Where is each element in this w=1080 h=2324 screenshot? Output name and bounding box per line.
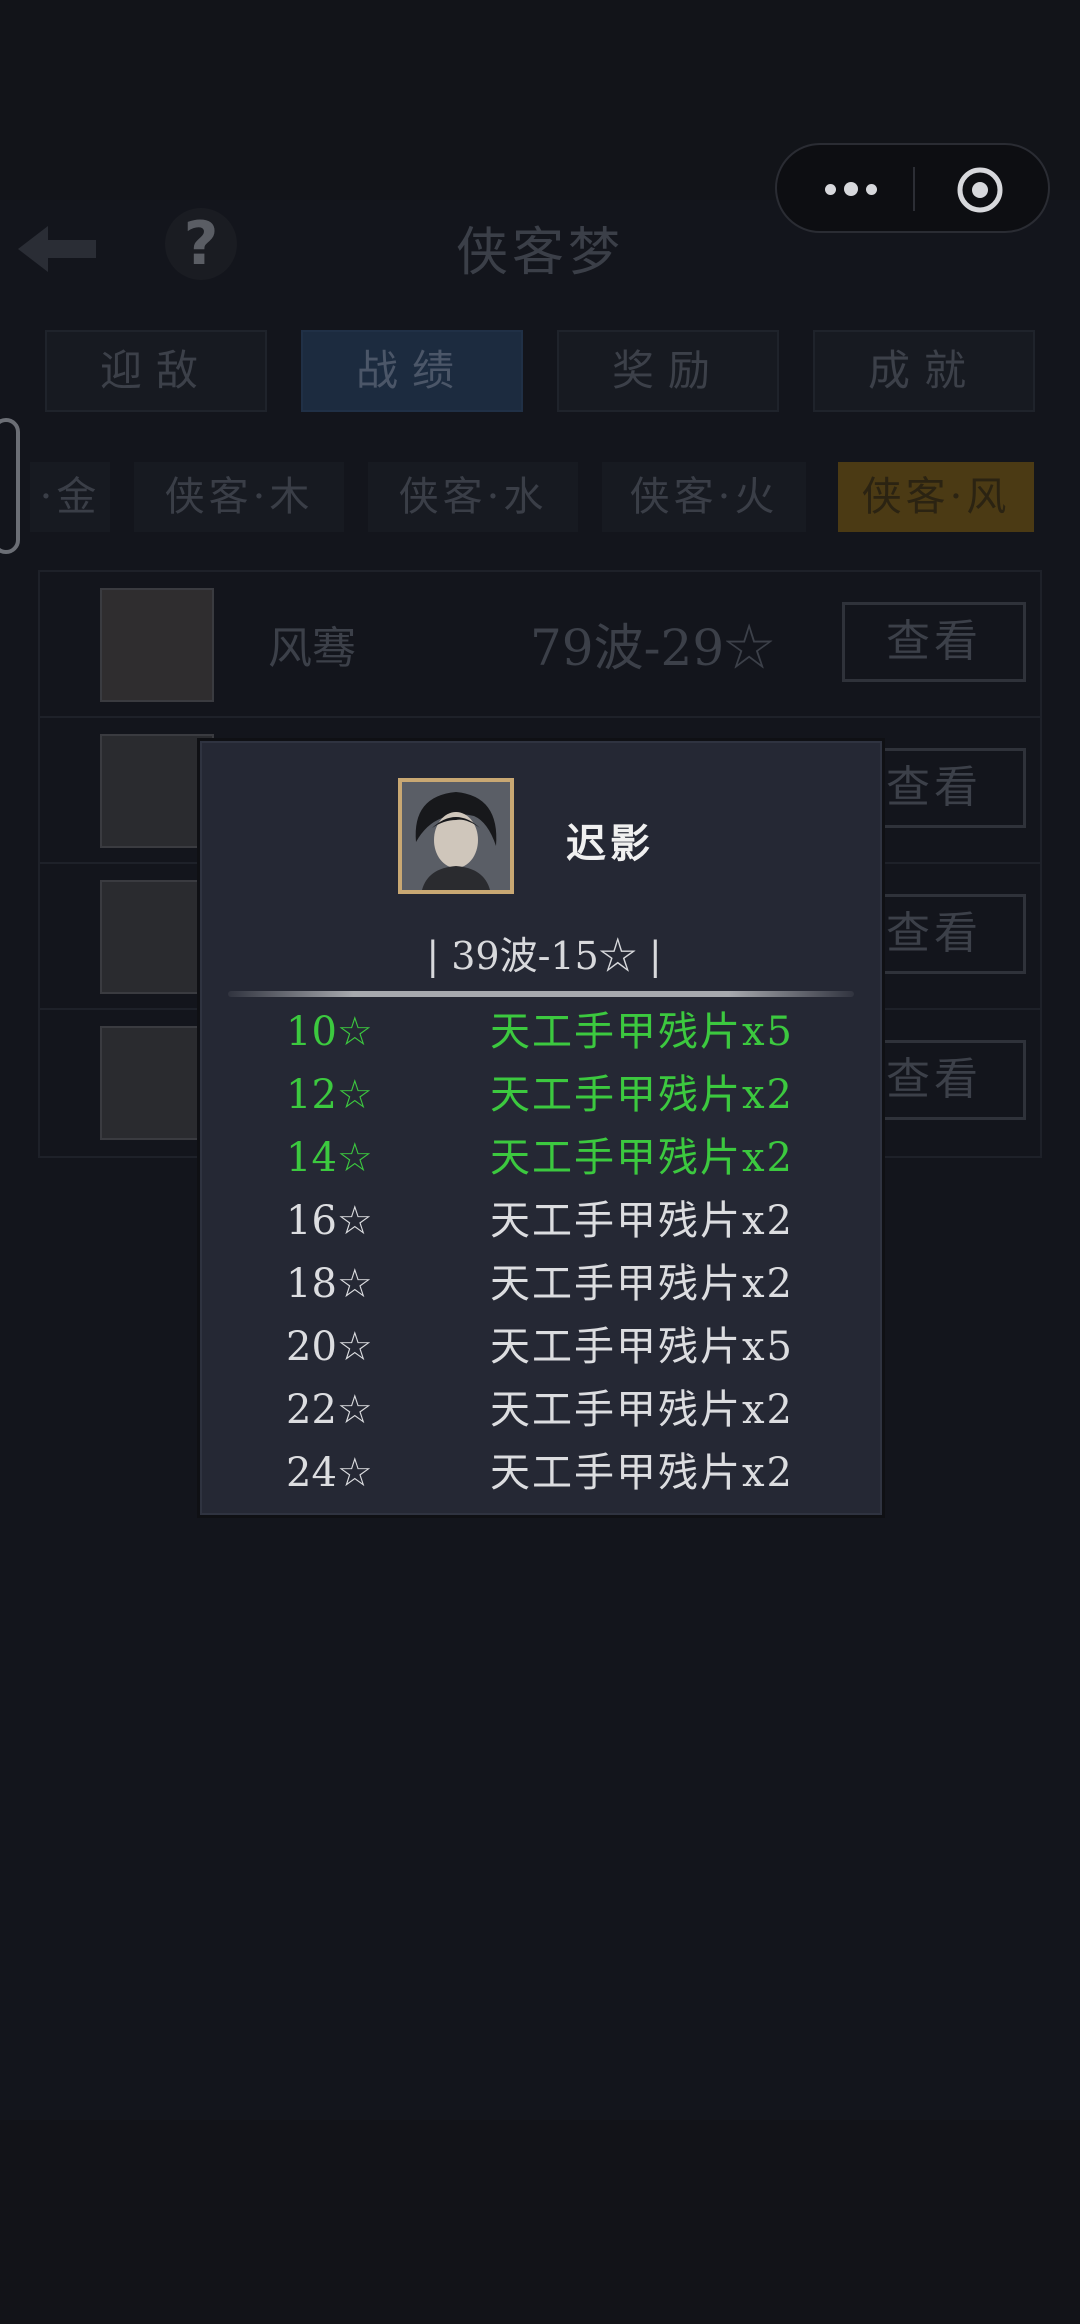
reward-stars: 22☆	[286, 1387, 373, 1433]
portrait-figure	[402, 782, 510, 890]
reward-stars: 24☆	[286, 1450, 373, 1491]
reward-stars: 10☆	[286, 1009, 373, 1055]
reward-item: 天工手甲残片x2	[490, 1387, 795, 1433]
reward-stars: 18☆	[286, 1261, 373, 1307]
reward-stars: 12☆	[286, 1072, 373, 1118]
reward-row: 18☆ 天工手甲残片x2	[200, 1253, 888, 1315]
app-screen: ? 侠客梦 迎敌 战绩 奖励 成就 ·金 侠客·木 侠客·水 侠客·火 侠客·风…	[0, 0, 1080, 2324]
more-dots-icon[interactable]	[815, 167, 887, 211]
reward-stars: 20☆	[286, 1324, 373, 1370]
reward-row: 22☆ 天工手甲残片x2	[200, 1379, 888, 1441]
hero-score: 79波-29☆	[530, 619, 775, 677]
modal-record: | 39波-15☆ |	[426, 934, 662, 978]
reward-detail-modal: 迟影 | 39波-15☆ | 10☆ 天工手甲残片x5 12☆ 天工手甲残片x2…	[197, 738, 885, 1518]
reward-list[interactable]: 10☆ 天工手甲残片x5 12☆ 天工手甲残片x2 14☆ 天工手甲残片x2 1…	[200, 1001, 888, 1491]
target-circle-icon[interactable]	[956, 166, 1004, 214]
tab-jiangli[interactable]: 奖励	[557, 330, 779, 412]
capsule-divider	[913, 167, 915, 211]
reward-row: 12☆ 天工手甲残片x2	[200, 1064, 888, 1126]
hero-name: 风骞	[268, 623, 356, 674]
subtab-shui[interactable]: 侠客·水	[368, 462, 578, 532]
tab-yingdi[interactable]: 迎敌	[45, 330, 267, 412]
reward-row: 10☆ 天工手甲残片x5	[200, 1001, 888, 1063]
list-item: 风骞 79波-29☆ 查看	[40, 572, 1040, 718]
subtab-mu[interactable]: 侠客·木	[134, 462, 344, 532]
modal-divider	[228, 991, 854, 997]
reward-row: 20☆ 天工手甲残片x5	[200, 1316, 888, 1378]
reward-row: 16☆ 天工手甲残片x2	[200, 1190, 888, 1252]
avatar	[100, 588, 214, 702]
subtab-huo[interactable]: 侠客·火	[602, 462, 806, 532]
reward-stars: 14☆	[286, 1135, 373, 1181]
reward-item: 天工手甲残片x2	[490, 1261, 795, 1307]
subtab-jin[interactable]: ·金	[30, 462, 110, 532]
tab-zhanji[interactable]: 战绩	[301, 330, 523, 412]
reward-stars: 16☆	[286, 1198, 373, 1244]
hero-portrait	[398, 778, 514, 894]
modal-hero-name: 迟影	[566, 820, 654, 867]
reward-item: 天工手甲残片x2	[490, 1198, 795, 1244]
reward-item: 天工手甲残片x5	[490, 1324, 795, 1370]
page-title: 侠客梦	[455, 223, 624, 283]
reward-item: 天工手甲残片x5	[490, 1009, 795, 1055]
reward-row: 14☆ 天工手甲残片x2	[200, 1127, 888, 1189]
bottom-band	[0, 2120, 1080, 2324]
tab-chengjiu[interactable]: 成就	[813, 330, 1035, 412]
hero-portrait-image	[402, 782, 510, 890]
sub-tabs: ·金 侠客·木 侠客·水 侠客·火 侠客·风	[0, 462, 1080, 542]
reward-item: 天工手甲残片x2	[490, 1450, 795, 1491]
subtab-feng[interactable]: 侠客·风	[838, 462, 1034, 532]
main-tabs: 迎敌 战绩 奖励 成就	[45, 330, 1035, 412]
view-button[interactable]: 查看	[842, 602, 1026, 682]
reward-row: 24☆ 天工手甲残片x2	[200, 1442, 888, 1491]
reward-item: 天工手甲残片x2	[490, 1072, 795, 1118]
reward-item: 天工手甲残片x2	[490, 1135, 795, 1181]
